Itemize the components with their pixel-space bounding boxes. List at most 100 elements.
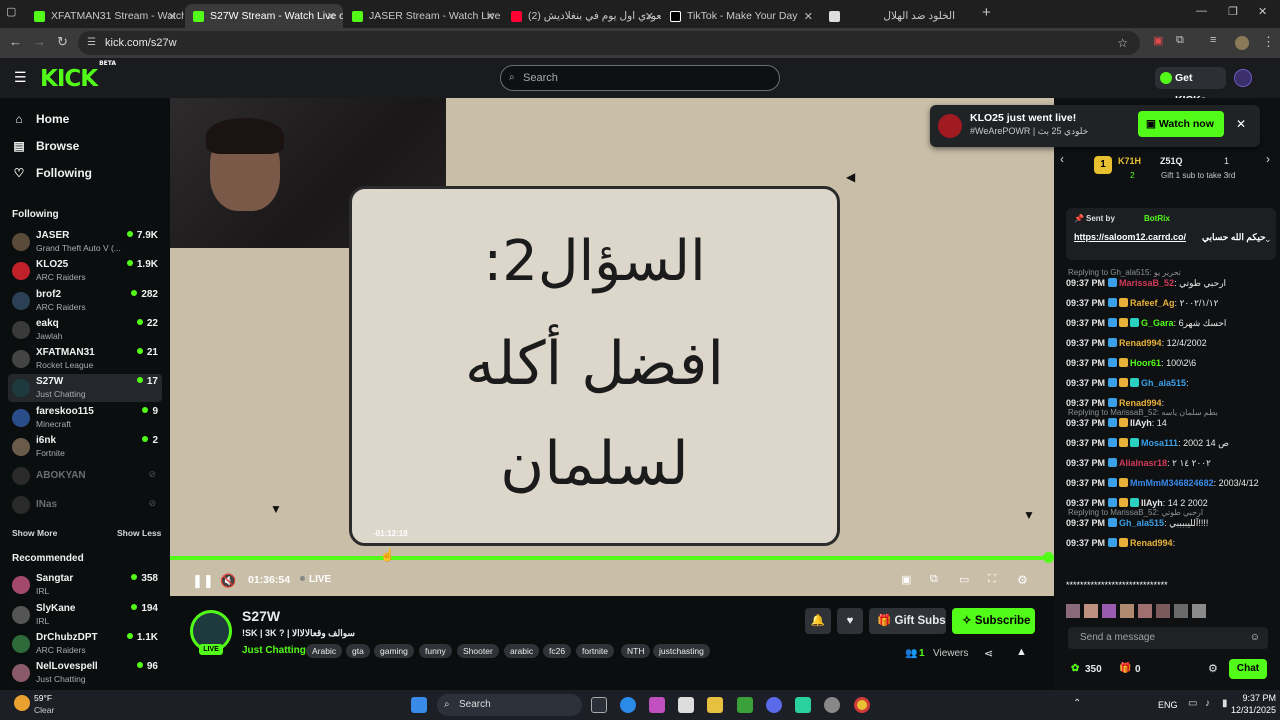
- chat-input[interactable]: Send a message ☺: [1068, 627, 1268, 649]
- clip-icon[interactable]: ⧉: [930, 573, 938, 586]
- xbox-icon[interactable]: [737, 697, 753, 713]
- maximize-button[interactable]: ❐: [1228, 5, 1238, 18]
- emoji-icon[interactable]: ☺: [1250, 627, 1260, 649]
- message-username[interactable]: Alialnasr18: [1119, 458, 1167, 468]
- copilot-icon[interactable]: [649, 697, 665, 713]
- live-label[interactable]: LIVE: [309, 574, 331, 585]
- progress-bar[interactable]: [170, 556, 1048, 560]
- volume-icon[interactable]: ♪: [1205, 698, 1210, 709]
- sidebar-channel-xfatman31[interactable]: XFATMAN31 Rocket League 21: [8, 345, 162, 373]
- message-username[interactable]: Gh_ala515: [1119, 518, 1164, 528]
- tag[interactable]: Shooter: [457, 644, 499, 658]
- gift-subs-button[interactable]: 🎁 Gift Subs: [869, 608, 946, 634]
- message-username[interactable]: Renad994: [1119, 398, 1162, 408]
- share-icon[interactable]: ⋖: [984, 647, 993, 660]
- clock-time[interactable]: 9:37 PM: [1232, 693, 1276, 703]
- windows-start-icon[interactable]: [411, 697, 427, 713]
- video-player[interactable]: السؤال2: افضل أكله لسلمان ◀ ▼ ▼ -01:12:1…: [170, 98, 1054, 596]
- taskbar-search[interactable]: ⌕ Search: [437, 694, 582, 716]
- url-input[interactable]: ☰ kick.com/s27w ☆: [78, 31, 1140, 55]
- message-username[interactable]: Hoor61: [1130, 358, 1161, 368]
- site-info-icon[interactable]: ☰: [87, 31, 96, 55]
- toast-close-icon[interactable]: ✕: [1236, 117, 1246, 131]
- emote[interactable]: [1156, 604, 1170, 618]
- app-icon[interactable]: [795, 697, 811, 713]
- nav-home[interactable]: ⌂ Home: [12, 112, 69, 126]
- chat-message[interactable]: 09:37 PM Alialnasr18: ٢٠٠٢ ١٤ ٢: [1066, 458, 1276, 469]
- watch-now-button[interactable]: ▣ Watch now: [1138, 111, 1224, 137]
- message-username[interactable]: G_Gara: [1141, 318, 1174, 328]
- sidebar-channel-eakq[interactable]: eakq Jawlah 22: [8, 316, 162, 344]
- edge-icon[interactable]: [620, 697, 636, 713]
- browser-tab[interactable]: TikTok - Make Your Day ✕: [662, 4, 820, 28]
- tab-close-icon[interactable]: ✕: [804, 10, 813, 23]
- profile-avatar[interactable]: [1235, 36, 1249, 50]
- sidebar-channel-s27w[interactable]: S27W Just Chatting 17: [8, 374, 162, 402]
- user-avatar[interactable]: [1234, 69, 1252, 87]
- tray-chevron-icon[interactable]: ⌃: [1073, 698, 1081, 709]
- extension-icon[interactable]: ▣: [1153, 34, 1163, 47]
- miniplayer-icon[interactable]: ▣: [901, 573, 911, 586]
- reading-list-icon[interactable]: ≡: [1210, 34, 1216, 46]
- notification-bell-button[interactable]: 🔔: [805, 608, 831, 634]
- tag[interactable]: arabic: [504, 644, 540, 658]
- emote[interactable]: [1174, 604, 1188, 618]
- task-view-icon[interactable]: [591, 697, 607, 713]
- chevron-left-icon[interactable]: ‹: [1060, 152, 1064, 166]
- sidebar-channel-slykane[interactable]: SlyKane IRL 194: [8, 601, 162, 629]
- tag[interactable]: gaming: [374, 644, 414, 658]
- message-username[interactable]: MarissaB_52: [1119, 278, 1174, 288]
- chat-message[interactable]: 09:37 PM Gh_ala515:: [1066, 378, 1276, 388]
- tab-menu-icon[interactable]: ▢: [6, 5, 16, 18]
- tag[interactable]: gta: [346, 644, 370, 658]
- pinned-link[interactable]: https://saloom12.carrd.co/: [1074, 232, 1186, 242]
- emote[interactable]: [1120, 604, 1134, 618]
- sidebar-channel-brof2[interactable]: brof2 ARC Raiders 282: [8, 287, 162, 315]
- show-more-link[interactable]: Show More: [12, 528, 57, 538]
- fullscreen-icon[interactable]: ⛶: [988, 573, 996, 586]
- message-username[interactable]: Renad994: [1130, 538, 1173, 548]
- store-icon[interactable]: [678, 697, 694, 713]
- emote[interactable]: [1084, 604, 1098, 618]
- sidebar-channel-klo25[interactable]: KLO25 ARC Raiders 1.9K: [8, 257, 162, 285]
- message-username[interactable]: IlAyh: [1141, 498, 1163, 508]
- mute-icon[interactable]: 🔇: [220, 573, 236, 589]
- tab-close-icon[interactable]: ✕: [327, 10, 336, 23]
- close-window-button[interactable]: ✕: [1258, 5, 1267, 18]
- nav-browse[interactable]: ▤ Browse: [12, 139, 79, 153]
- chat-message[interactable]: 09:37 PM Rafeef_Ag: ٢٠٠٢/١/١٢: [1066, 298, 1276, 309]
- browser-tab[interactable]: (2) سعودي اول يوم في بنغلاديش ✕: [503, 4, 661, 28]
- progress-knob[interactable]: [1043, 552, 1054, 563]
- hamburger-menu-icon[interactable]: ☰: [14, 69, 27, 86]
- chat-message[interactable]: 09:37 PM Hoor61: 100\2\6: [1066, 358, 1276, 368]
- new-tab-button[interactable]: +: [982, 4, 991, 21]
- sidebar-channel-abokyan[interactable]: ABOKYAN ⊘: [8, 462, 162, 490]
- chat-message[interactable]: 09:37 PM IlAyh: 14: [1066, 418, 1276, 428]
- browser-menu-icon[interactable]: ⋮: [1262, 34, 1275, 50]
- sidebar-channel-fareskoo115[interactable]: fareskoo115 Minecraft 9: [8, 404, 162, 432]
- back-icon[interactable]: ←: [9, 34, 22, 49]
- sidebar-channel-nellovespell[interactable]: NelLovespell Just Chatting 96: [8, 659, 162, 687]
- kick-logo[interactable]: KICKBETA: [40, 60, 116, 92]
- get-kicks-button[interactable]: Get KICKs: [1155, 67, 1226, 106]
- browser-tab[interactable]: JASER Stream - Watch Live on K ✕: [344, 4, 502, 28]
- stream-category[interactable]: Just Chatting: [242, 645, 306, 656]
- chat-message[interactable]: 09:37 PM Renad994:: [1066, 398, 1276, 408]
- tag[interactable]: justchasting: [653, 644, 710, 658]
- pause-icon[interactable]: ❚❚: [192, 573, 214, 589]
- chat-message[interactable]: 09:37 PM IlAyh: 14 2 2002: [1066, 498, 1276, 508]
- browser-tab-active[interactable]: S27W Stream - Watch Live on K ✕: [185, 4, 343, 28]
- message-username[interactable]: MmMmM346824682: [1130, 478, 1214, 488]
- chrome-icon[interactable]: [854, 697, 870, 713]
- report-icon[interactable]: ▲: [1016, 646, 1027, 658]
- tag[interactable]: NTH: [621, 644, 651, 658]
- chat-message[interactable]: 09:37 PM MmMmM346824682: 2003/4/12: [1066, 478, 1276, 488]
- chat-message[interactable]: 09:37 PM Mosa111: 2002 14 ص: [1066, 438, 1276, 449]
- tag[interactable]: fc26: [543, 644, 572, 658]
- sidebar-channel-inas[interactable]: INas ⊘: [8, 491, 162, 519]
- browser-tab[interactable]: الخلود ضد الهلال: [821, 4, 979, 28]
- forward-icon[interactable]: →: [33, 34, 46, 49]
- chat-send-button[interactable]: Chat: [1229, 659, 1267, 679]
- emote[interactable]: [1138, 604, 1152, 618]
- tab-close-icon[interactable]: ✕: [486, 10, 495, 23]
